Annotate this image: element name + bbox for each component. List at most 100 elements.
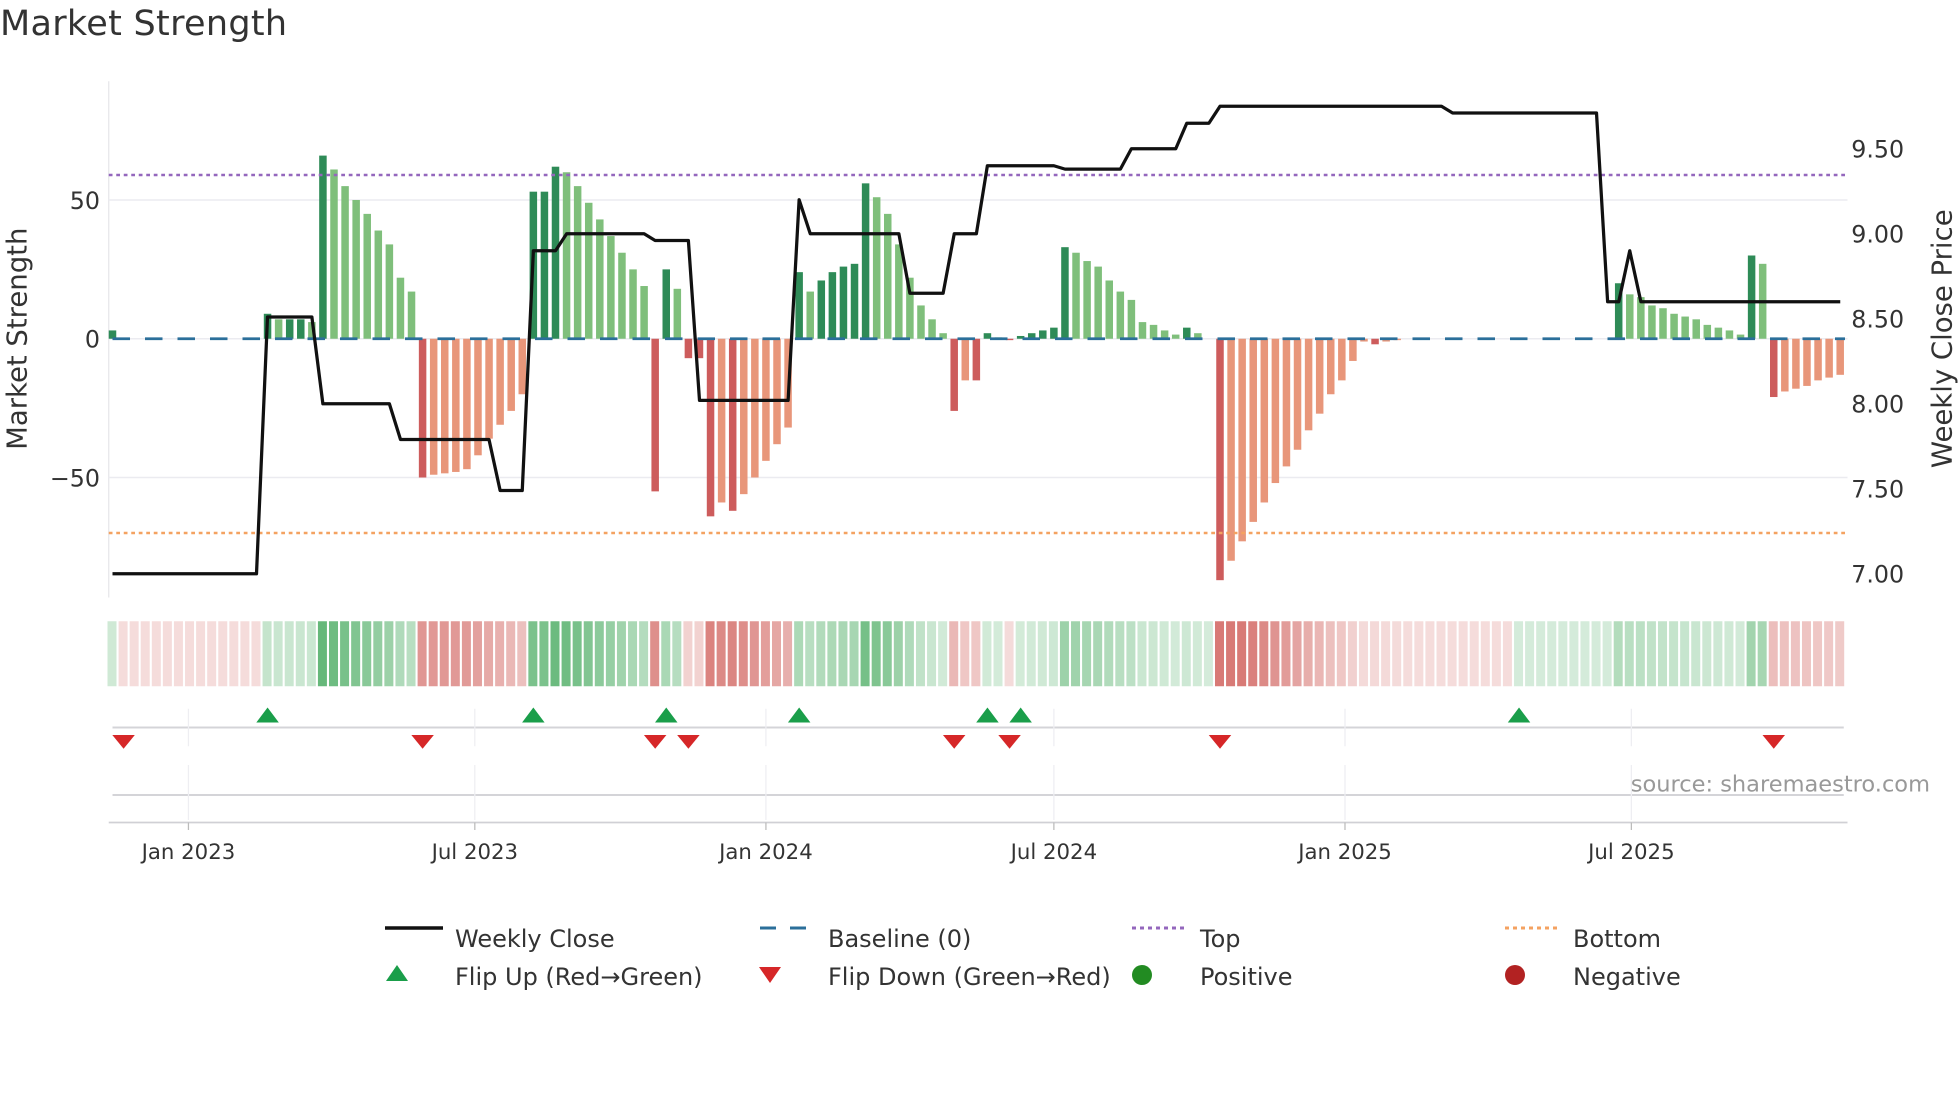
- flip-down-marker: [1208, 735, 1232, 749]
- strength-bar: [795, 272, 803, 339]
- strength-bar: [1304, 338, 1313, 431]
- regime-cell: [1646, 621, 1656, 687]
- flip-up-marker: [1009, 707, 1032, 723]
- regime-cell: [1314, 621, 1324, 687]
- regime-cell: [162, 621, 172, 687]
- regime-cell: [417, 621, 427, 687]
- regime-cell: [1192, 621, 1202, 687]
- triangle-down-icon: [758, 967, 816, 987]
- regime-cell: [1170, 621, 1180, 687]
- regime-cell: [1403, 621, 1413, 687]
- regime-cell: [1824, 621, 1834, 687]
- strength-bar: [839, 266, 848, 339]
- flip-up-marker: [655, 707, 678, 723]
- strength-bar: [1371, 338, 1379, 345]
- regime-cell: [1325, 621, 1335, 687]
- strength-bar: [540, 191, 549, 339]
- strength-bar: [1626, 294, 1634, 339]
- regime-cell: [694, 621, 704, 687]
- regime-cell: [561, 621, 571, 687]
- y2-tick-label: 8.00: [1851, 391, 1904, 419]
- strength-bar: [418, 338, 427, 478]
- regime-cell: [1724, 621, 1734, 687]
- strength-bar: [1271, 338, 1280, 484]
- regime-cell: [340, 621, 350, 687]
- regime-cell: [1026, 621, 1036, 687]
- regime-cell: [1680, 621, 1690, 687]
- legend-item-flip-up[interactable]: Flip Up (Red→Green): [385, 963, 703, 991]
- regime-cell: [1082, 621, 1092, 687]
- legend-label: Top: [1200, 925, 1241, 953]
- regime-cell: [639, 621, 649, 687]
- regime-cell: [461, 621, 471, 687]
- regime-cell: [351, 621, 361, 687]
- regime-cell: [594, 621, 604, 687]
- regime-cell: [1801, 621, 1811, 687]
- regime-cell: [971, 621, 981, 687]
- regime-cell: [1137, 621, 1147, 687]
- regime-cell: [1292, 621, 1302, 687]
- legend-item-weekly-close[interactable]: Weekly Close: [385, 925, 615, 953]
- flip-down-marker: [942, 735, 966, 749]
- regime-cell: [1037, 621, 1047, 687]
- flip-down-marker: [677, 735, 700, 749]
- strength-bar: [740, 338, 748, 495]
- regime-cell: [1115, 621, 1125, 687]
- strength-bar: [1792, 338, 1800, 389]
- regime-cell: [539, 621, 549, 687]
- legend-item-negative[interactable]: Negative: [1503, 963, 1681, 991]
- flip-down-marker: [1762, 735, 1785, 749]
- strength-bar: [1105, 280, 1113, 339]
- left-axis-ticks: 50 0 −50: [50, 187, 100, 492]
- strength-bar: [1315, 338, 1324, 414]
- strength-bar: [551, 166, 560, 339]
- regime-cell: [1569, 621, 1579, 687]
- regime-cell: [716, 621, 726, 687]
- strength-bar: [274, 319, 283, 339]
- legend-item-top[interactable]: Top: [1130, 925, 1241, 953]
- regime-cell: [1181, 621, 1191, 687]
- regime-cell: [406, 621, 416, 687]
- regime-cell: [605, 621, 615, 687]
- strength-bar: [1050, 327, 1058, 339]
- regime-cell: [1226, 621, 1236, 687]
- strength-bar: [285, 319, 294, 339]
- strength-bar: [1803, 338, 1811, 386]
- regime-cell: [1768, 621, 1778, 687]
- strength-bar: [1183, 327, 1191, 339]
- strength-bar: [717, 338, 726, 503]
- flip-down-marker: [643, 735, 667, 749]
- regime-cell: [838, 621, 848, 687]
- legend-item-flip-down[interactable]: Flip Down (Green→Red): [758, 963, 1111, 991]
- y2-tick-label: 8.50: [1851, 306, 1904, 334]
- regime-cell: [938, 621, 948, 687]
- regime-cell: [295, 621, 305, 687]
- strength-bar: [1094, 266, 1102, 339]
- strength-bar: [1692, 319, 1700, 339]
- legend-item-baseline[interactable]: Baseline (0): [758, 925, 971, 953]
- strength-bar: [1149, 324, 1158, 339]
- regime-cell: [683, 621, 693, 687]
- strength-bar: [1670, 313, 1678, 339]
- legend-item-bottom[interactable]: Bottom: [1503, 925, 1661, 953]
- strength-bar: [341, 186, 349, 339]
- regime-cell: [1004, 621, 1014, 687]
- strength-bar: [1061, 247, 1069, 339]
- strength-bar: [1171, 334, 1180, 339]
- regime-cell: [1303, 621, 1313, 687]
- strength-bar: [385, 244, 394, 339]
- regime-cell: [1071, 621, 1081, 687]
- regime-cell: [495, 621, 505, 687]
- strength-bar: [872, 197, 881, 339]
- strength-bar: [1260, 338, 1269, 503]
- dashed-line-icon: [758, 926, 816, 949]
- circle-icon: [1130, 965, 1188, 987]
- regime-strip: [107, 621, 1845, 687]
- regime-cell: [129, 621, 139, 687]
- legend-item-positive[interactable]: Positive: [1130, 963, 1293, 991]
- strength-bar: [895, 244, 903, 339]
- strength-bar: [496, 338, 504, 425]
- regime-cell: [506, 621, 516, 687]
- regime-cell: [1458, 621, 1468, 687]
- regime-cell: [1270, 621, 1280, 687]
